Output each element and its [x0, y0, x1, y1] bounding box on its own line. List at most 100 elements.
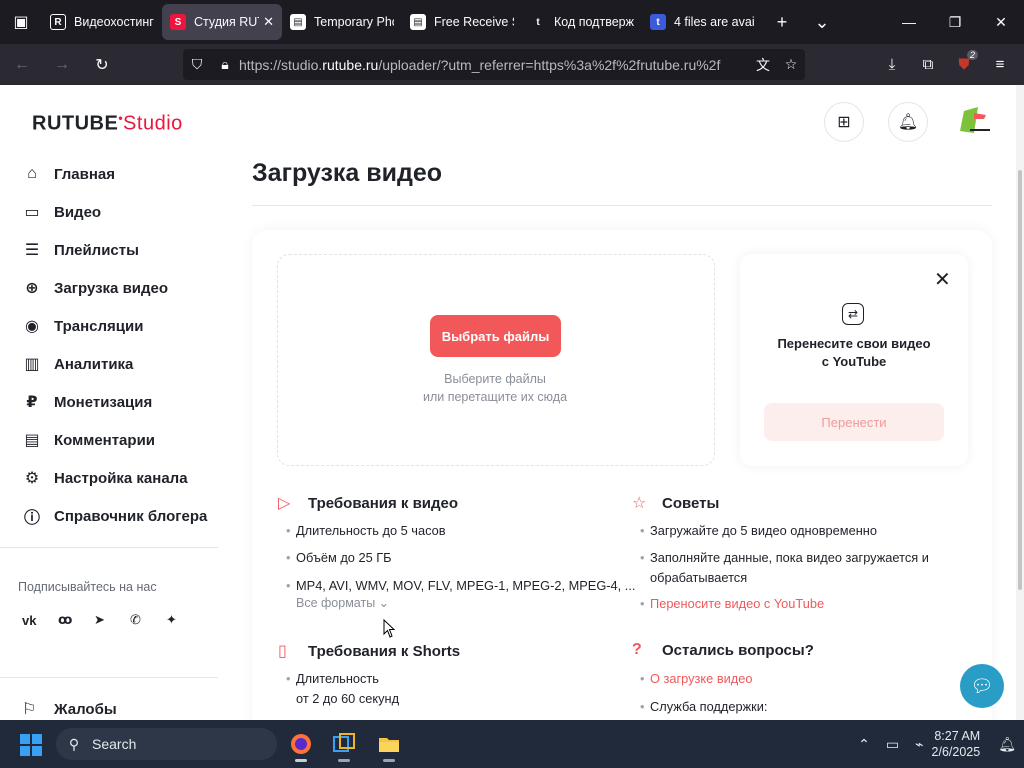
- sidebar-item-comments[interactable]: ▤ Комментарии: [0, 421, 218, 459]
- transfer-icon: ⇄: [842, 303, 864, 325]
- file-explorer-taskbar-icon[interactable]: [371, 726, 407, 762]
- list-tabs-chevron-icon[interactable]: ⌄: [802, 0, 842, 44]
- sidebar-item-broadcasts[interactable]: ◉ Трансляции: [0, 307, 218, 345]
- page-favicon-icon: ▤: [290, 14, 306, 30]
- downloads-icon[interactable]: ⤓: [874, 48, 910, 80]
- list-item: Загружайте до 5 видео одновременно: [640, 521, 877, 541]
- system-tray: ⌃ ▭ ⌁ 8:27 AM 2/6/2025 🔔︎: [850, 720, 1024, 768]
- tab-files-available[interactable]: t 4 files are available: [642, 4, 762, 40]
- add-content-button[interactable]: ⊞: [824, 102, 864, 142]
- shorts-requirements-title: ▯ Требования к Shorts: [278, 642, 461, 661]
- list-item: Служба поддержки:: [640, 697, 767, 717]
- ok-icon[interactable]: ꝏ: [54, 608, 90, 632]
- sidebar-item-analytics[interactable]: ▥ Аналитика: [0, 345, 218, 383]
- play-square-icon: ▷: [278, 495, 291, 512]
- window-controls: — ❐ ✕: [886, 0, 1024, 44]
- analytics-icon: ▥: [24, 356, 40, 373]
- plus-square-icon: ⊞: [837, 114, 851, 131]
- clock[interactable]: 8:27 AM 2/6/2025: [932, 728, 981, 760]
- maximize-icon[interactable]: ❐: [932, 0, 978, 44]
- notification-bell-icon[interactable]: 🔔︎: [998, 736, 1016, 753]
- network-icon[interactable]: ⌁: [915, 736, 923, 753]
- display-icon[interactable]: ▭: [886, 736, 899, 753]
- firefox-icon: [291, 734, 311, 754]
- choose-files-button[interactable]: Выбрать файлы: [430, 315, 561, 357]
- mouse-cursor: [383, 619, 396, 638]
- rutube-studio-logo[interactable]: RUTUBE•Studio: [32, 111, 183, 136]
- tab-videohosting[interactable]: R Видеохостинг: [42, 4, 162, 40]
- transfer-button[interactable]: Перенести: [764, 403, 944, 441]
- tab-free-receive-sms[interactable]: ▤ Free Receive SMS: [402, 4, 522, 40]
- reload-icon[interactable]: ↻: [84, 49, 120, 81]
- new-tab-icon[interactable]: +: [762, 0, 802, 44]
- sidebar-item-home[interactable]: ⌂ Главная: [0, 155, 218, 193]
- tab-rutube-studio[interactable]: S Студия RUTUBE ✕: [162, 4, 282, 40]
- forward-icon[interactable]: →: [44, 49, 80, 81]
- scrollbar-thumb[interactable]: [1018, 170, 1022, 590]
- extensions-icon[interactable]: ⧉: [910, 48, 946, 80]
- minimize-icon[interactable]: —: [886, 0, 932, 44]
- youtube-transfer-link[interactable]: Переносите видео с YouTube: [640, 594, 824, 614]
- sidebar-item-video[interactable]: ▭ Видео: [0, 193, 218, 231]
- tab-title: Temporary Phone: [314, 15, 394, 29]
- close-window-icon[interactable]: ✕: [978, 0, 1024, 44]
- tab-title: Видеохостинг: [74, 15, 154, 29]
- studio-page: RUTUBE•Studio ⊞ 🔔︎ ⌂ Главная ▭ Видео ☰ Плей…: [0, 85, 1024, 720]
- menu-icon[interactable]: ≡: [982, 48, 1018, 80]
- translate-icon[interactable]: 文: [749, 55, 777, 75]
- tuta-favicon-icon: t: [650, 14, 666, 30]
- tab-title: Код подтверждения: [554, 15, 634, 29]
- sidebar-item-monetization[interactable]: ₽ Монетизация: [0, 383, 218, 421]
- url-bar[interactable]: ⛉ 🔒︎ https://studio.rutube.ru/uploader/?…: [183, 49, 805, 80]
- url-text[interactable]: https://studio.rutube.ru/uploader/?utm_r…: [239, 57, 749, 73]
- firefox-taskbar-icon[interactable]: [283, 726, 319, 762]
- settings-icon: ⚙: [24, 470, 40, 487]
- page-title: Загрузка видео: [252, 159, 443, 187]
- notifications-button[interactable]: 🔔︎: [888, 102, 928, 142]
- page-favicon-icon: ▤: [410, 14, 426, 30]
- sidebar-item-upload[interactable]: ⊕ Загрузка видео: [0, 269, 218, 307]
- comments-icon: ▤: [24, 432, 40, 449]
- browser-tab-bar: ▣ R Видеохостинг S Студия RUTUBE ✕ ▤ Tem…: [0, 0, 1024, 44]
- ublock-icon[interactable]: ⛊ 2: [946, 48, 982, 80]
- sidebar-item-complaints[interactable]: ⚐ Жалобы: [22, 699, 117, 719]
- close-icon[interactable]: ✕: [934, 267, 951, 292]
- chevron-up-icon[interactable]: ⌃: [858, 736, 870, 753]
- close-tab-icon[interactable]: ✕: [263, 14, 274, 30]
- telegram-icon[interactable]: ➤: [90, 608, 126, 632]
- upload-icon: ⊕: [25, 280, 39, 297]
- chat-icon: 💬︎: [970, 675, 994, 696]
- taskbar-search[interactable]: ⚲ Search: [56, 728, 277, 760]
- windows-taskbar: ⚲ Search ⌃ ▭ ⌁ 8:27 AM 2/6/2025 🔔︎: [0, 720, 1024, 768]
- list-item: Объём до 25 ГБ: [286, 548, 392, 568]
- rutube-favicon-icon: R: [50, 14, 66, 30]
- lock-icon[interactable]: 🔒︎: [211, 56, 239, 73]
- avatar[interactable]: [956, 105, 992, 137]
- sidebar-item-playlists[interactable]: ☰ Плейлисты: [0, 231, 218, 269]
- bookmark-star-icon[interactable]: ☆: [777, 56, 805, 73]
- ruble-icon: ₽: [26, 394, 38, 411]
- shield-icon[interactable]: ⛉: [183, 56, 211, 73]
- extension-badge: 2: [966, 50, 978, 60]
- sidebar-item-channel-settings[interactable]: ⚙ Настройка канала: [0, 459, 218, 497]
- file-drop-zone[interactable]: [277, 254, 715, 466]
- support-chat-button[interactable]: 💬︎: [960, 664, 1004, 708]
- broadcast-icon: ◉: [25, 318, 39, 335]
- sidebar-item-blogger-guide[interactable]: ⓘ Справочник блогера: [0, 497, 218, 535]
- tab-temporary-phone[interactable]: ▤ Temporary Phone: [282, 4, 402, 40]
- dzen-icon[interactable]: ✦: [162, 608, 198, 632]
- info-icon: ⓘ: [23, 510, 40, 527]
- about-upload-link[interactable]: О загрузке видео: [640, 669, 752, 689]
- windows-start-icon[interactable]: [20, 734, 42, 756]
- viber-icon[interactable]: ✆: [126, 608, 162, 632]
- back-icon[interactable]: ←: [4, 49, 40, 81]
- tab-verification-code[interactable]: t Код подтверждения: [522, 4, 642, 40]
- chevron-down-icon: ⌄: [378, 596, 390, 610]
- folder-icon: [379, 738, 399, 752]
- all-formats-toggle[interactable]: Все форматы ⌄: [296, 595, 389, 610]
- list-item: Заполняйте данные, пока видео загружаетс…: [640, 548, 929, 568]
- shorts-icon: ▯: [278, 643, 287, 660]
- tab-overview-icon[interactable]: ▣: [0, 0, 42, 44]
- vk-icon[interactable]: vk: [18, 608, 54, 632]
- app-taskbar-icon[interactable]: [326, 726, 362, 762]
